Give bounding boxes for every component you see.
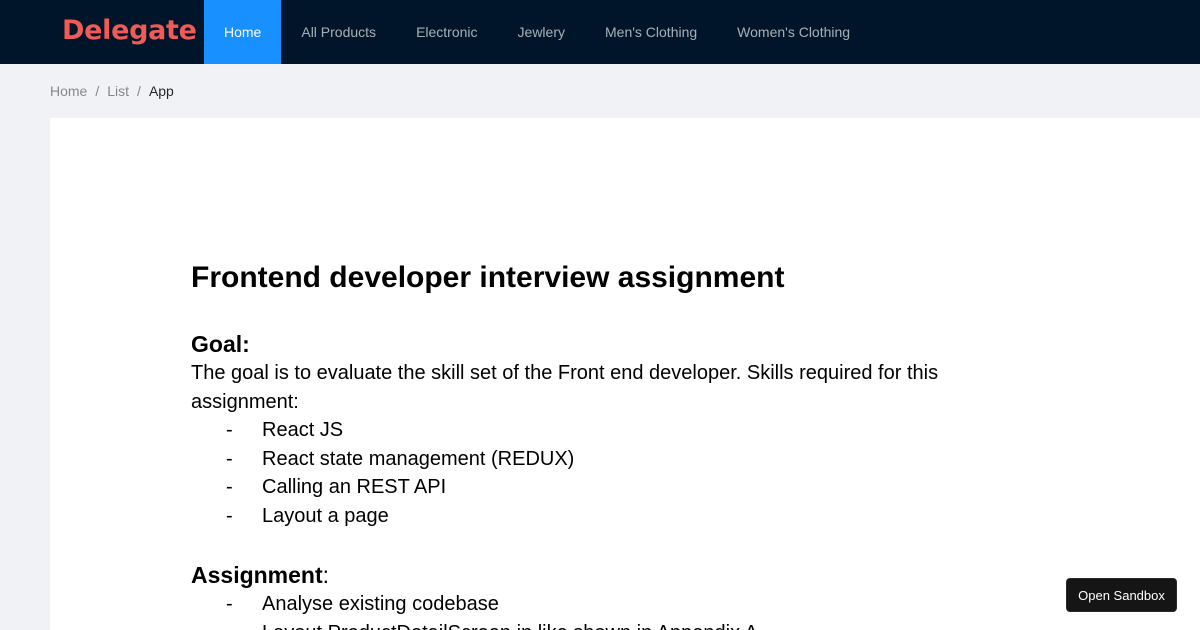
document-title: Frontend developer interview assignment [191,261,785,294]
open-sandbox-button[interactable]: Open Sandbox [1066,578,1177,612]
assignment-document: Frontend developer interview assignment … [191,258,1031,630]
nav-item-mens-clothing[interactable]: Men's Clothing [585,0,717,64]
nav-item-electronic[interactable]: Electronic [396,0,497,64]
breadcrumb-list[interactable]: List [107,80,129,102]
breadcrumb-separator: / [137,83,141,99]
list-item: - Calling an REST API [226,476,447,499]
top-navbar: Delegate Home All Products Electronic Je… [0,0,1200,64]
list-item: - Layout a page [226,505,389,528]
assignment-list: -Analyse existing codebase -Layout Produ… [191,590,1031,630]
list-item: - React state management (REDUX) [226,447,575,470]
list-item: -Layout ProductDetailScreen in like show… [191,619,1031,630]
goal-heading: Goal: [191,331,250,357]
nav-item-all-products[interactable]: All Products [281,0,396,64]
breadcrumb-separator: / [95,83,100,99]
assignment-heading: Assignment: [191,561,330,588]
list-item: - React JS [226,419,344,441]
content-panel: Frontend developer interview assignment … [50,118,1200,630]
nav-item-jewlery[interactable]: Jewlery [498,0,585,64]
main-nav-menu: Home All Products Electronic Jewlery Men… [204,0,870,64]
brand-logo[interactable]: Delegate [62,12,197,50]
nav-item-home[interactable]: Home [204,0,282,64]
goal-text: The goal is to evaluate the skill set of… [191,362,939,413]
list-item: - Analyse existing codebase [226,592,499,615]
nav-item-womens-clothing[interactable]: Women's Clothing [717,0,870,64]
breadcrumb-app: App [148,83,174,99]
breadcrumb-home[interactable]: Home [50,80,87,102]
skills-list: - React JS - React state management (REDUX… [191,416,1031,531]
breadcrumb: Home / List / App [50,80,174,102]
